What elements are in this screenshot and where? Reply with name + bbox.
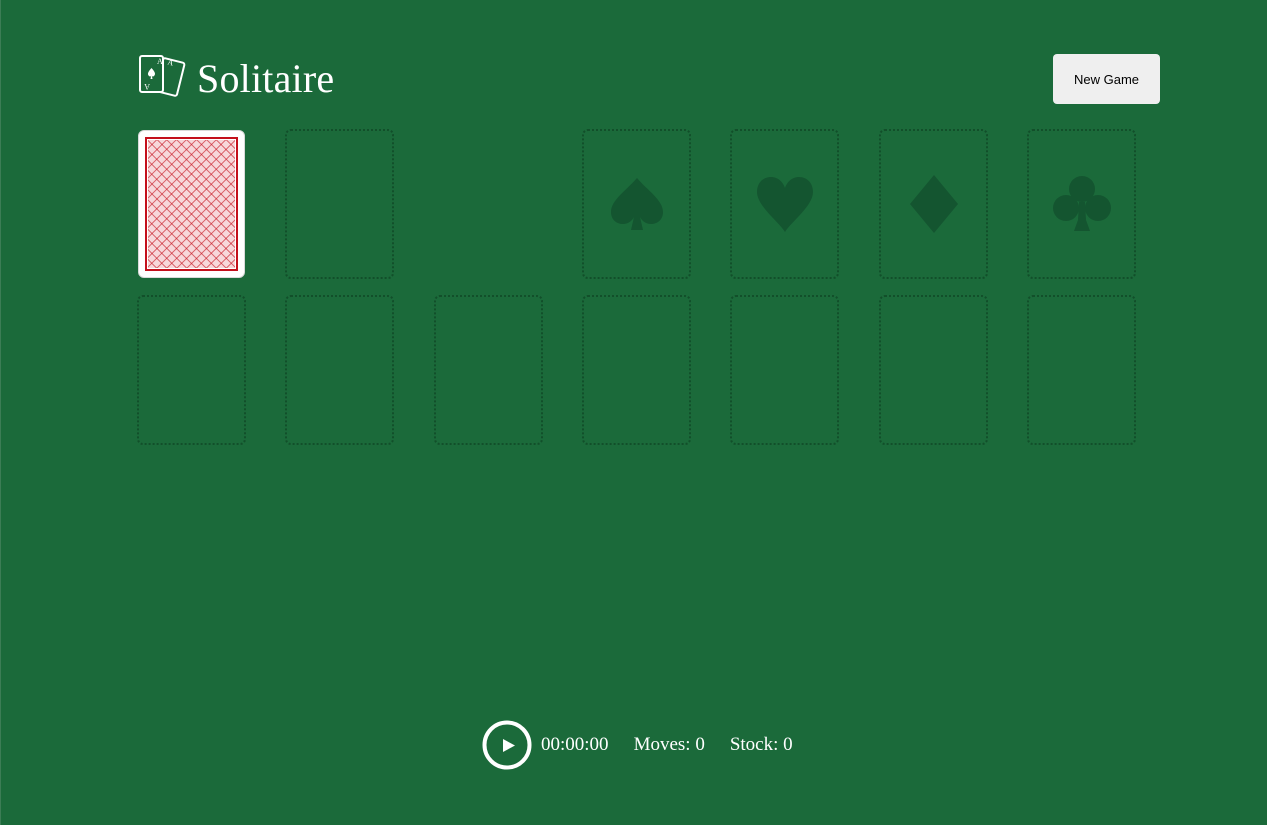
timer: 00:00:00	[541, 734, 609, 755]
tableau-column-4[interactable]	[582, 295, 691, 445]
moves-counter: Moves: 0	[633, 734, 705, 755]
diamond-icon	[909, 175, 958, 233]
page-title: Solitaire	[197, 56, 335, 101]
svg-text:A: A	[144, 82, 150, 91]
spade-icon	[610, 178, 663, 230]
club-icon	[1052, 176, 1111, 231]
heart-icon	[756, 177, 813, 232]
tableau-column-1[interactable]	[137, 295, 246, 445]
tableau-column-2[interactable]	[285, 295, 394, 445]
playing-cards-icon: A A A	[139, 55, 186, 97]
tableau-column-3[interactable]	[434, 295, 543, 445]
waste-pile[interactable]	[285, 129, 394, 279]
tableau-column-5[interactable]	[730, 295, 839, 445]
stock-pile[interactable]	[138, 130, 245, 278]
card-back	[145, 137, 238, 271]
play-icon[interactable]	[482, 720, 532, 770]
svg-text:A: A	[157, 57, 163, 66]
stock-counter: Stock: 0	[729, 734, 793, 755]
foundation-clubs[interactable]	[1027, 129, 1136, 279]
tableau-column-7[interactable]	[1027, 295, 1136, 445]
tableau-column-6[interactable]	[879, 295, 988, 445]
status-bar: 00:00:00 Moves: 0 Stock: 0	[482, 720, 793, 770]
new-game-button[interactable]: New Game	[1053, 54, 1160, 104]
app-header: A A A Solitaire	[137, 54, 334, 104]
foundation-hearts[interactable]	[730, 129, 839, 279]
foundation-diamonds[interactable]	[879, 129, 988, 279]
foundation-spades[interactable]	[582, 129, 691, 279]
